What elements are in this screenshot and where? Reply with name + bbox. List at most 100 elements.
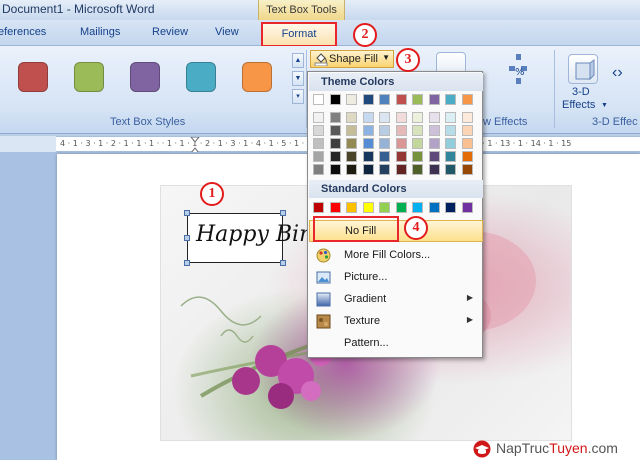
theme-shade-swatch[interactable] — [395, 112, 407, 123]
theme-color-swatch[interactable] — [412, 94, 423, 105]
theme-shade-swatch[interactable] — [461, 151, 473, 162]
theme-shade-swatch[interactable] — [329, 164, 341, 175]
theme-shade-swatch[interactable] — [362, 125, 374, 136]
gradient-item[interactable]: Gradient ▶ — [309, 289, 483, 310]
theme-color-swatch[interactable] — [445, 94, 456, 105]
theme-shade-swatch[interactable] — [379, 125, 390, 136]
texture-item[interactable]: Texture ▶ — [309, 311, 483, 332]
theme-shade-swatch[interactable] — [313, 164, 324, 175]
theme-shade-swatch[interactable] — [313, 138, 324, 149]
theme-shade-swatch[interactable] — [428, 112, 440, 123]
theme-shade-swatch[interactable] — [313, 125, 324, 136]
theme-shade-swatch[interactable] — [362, 112, 374, 123]
theme-shade-swatch[interactable] — [412, 138, 423, 149]
theme-shade-swatch[interactable] — [379, 112, 390, 123]
resize-handle[interactable] — [184, 210, 190, 216]
theme-shade-swatch[interactable] — [412, 151, 423, 162]
chevron-down-icon[interactable]: ▼ — [382, 53, 390, 62]
picture-item[interactable]: Picture... — [309, 267, 483, 288]
theme-shade-swatch[interactable] — [395, 164, 407, 175]
text-box-content[interactable]: Happy Bir — [196, 222, 310, 247]
resize-handle[interactable] — [280, 210, 286, 216]
theme-shade-swatch[interactable] — [428, 138, 440, 149]
resize-handle[interactable] — [280, 260, 286, 266]
theme-color-swatch[interactable] — [329, 94, 341, 105]
theme-shade-swatch[interactable] — [346, 164, 357, 175]
resize-handle[interactable] — [184, 235, 190, 241]
theme-shade-swatch[interactable] — [395, 151, 407, 162]
text-box-style-red[interactable] — [18, 62, 48, 92]
tab-format[interactable]: Format — [261, 22, 337, 47]
theme-shade-swatch[interactable] — [412, 164, 423, 175]
theme-shade-swatch[interactable] — [313, 151, 324, 162]
standard-color-swatch[interactable] — [329, 202, 341, 213]
theme-shade-swatch[interactable] — [428, 151, 440, 162]
theme-color-swatch[interactable] — [461, 94, 473, 105]
theme-color-swatch[interactable] — [379, 94, 390, 105]
theme-shade-swatch[interactable] — [346, 112, 357, 123]
3d-effects-label-line2[interactable]: Effects — [562, 99, 595, 111]
theme-shade-swatch[interactable] — [445, 164, 456, 175]
theme-shade-swatch[interactable] — [379, 164, 390, 175]
theme-shade-swatch[interactable] — [428, 125, 440, 136]
standard-color-swatch[interactable] — [362, 202, 374, 213]
text-box-style-green[interactable] — [74, 62, 104, 92]
theme-color-swatch[interactable] — [313, 94, 324, 105]
theme-shade-swatch[interactable] — [412, 112, 423, 123]
tab-mailings[interactable]: Mailings — [80, 26, 120, 38]
standard-color-swatch[interactable] — [346, 202, 357, 213]
standard-color-swatch[interactable] — [313, 202, 324, 213]
resize-handle[interactable] — [184, 260, 190, 266]
theme-shade-swatch[interactable] — [445, 125, 456, 136]
theme-shade-swatch[interactable] — [445, 151, 456, 162]
theme-shade-swatch[interactable] — [346, 125, 357, 136]
theme-shade-swatch[interactable] — [329, 151, 341, 162]
theme-shade-swatch[interactable] — [346, 151, 357, 162]
theme-color-swatch[interactable] — [395, 94, 407, 105]
shadow-nudge-icon[interactable]: % — [507, 52, 529, 92]
tab-view[interactable]: View — [215, 26, 239, 38]
text-box-style-orange[interactable] — [242, 62, 272, 92]
theme-color-swatch[interactable] — [346, 94, 357, 105]
standard-color-swatch[interactable] — [412, 202, 423, 213]
gallery-down-icon[interactable]: ▼ — [292, 71, 304, 86]
gallery-up-icon[interactable]: ▲ — [292, 53, 304, 68]
theme-shade-swatch[interactable] — [461, 164, 473, 175]
theme-shade-swatch[interactable] — [395, 138, 407, 149]
theme-shade-swatch[interactable] — [329, 125, 341, 136]
theme-shade-swatch[interactable] — [461, 125, 473, 136]
theme-shade-swatch[interactable] — [362, 138, 374, 149]
theme-shade-swatch[interactable] — [412, 125, 423, 136]
standard-color-swatch[interactable] — [379, 202, 390, 213]
text-box-style-purple[interactable] — [130, 62, 160, 92]
theme-shade-swatch[interactable] — [379, 151, 390, 162]
standard-color-swatch[interactable] — [428, 202, 440, 213]
theme-shade-swatch[interactable] — [461, 112, 473, 123]
theme-color-swatch[interactable] — [362, 94, 374, 105]
theme-color-swatch[interactable] — [428, 94, 440, 105]
theme-shade-swatch[interactable] — [428, 164, 440, 175]
text-box[interactable]: Happy Bir — [187, 213, 310, 263]
theme-shade-swatch[interactable] — [461, 138, 473, 149]
indent-marker-icon[interactable] — [190, 137, 200, 153]
theme-shade-swatch[interactable] — [313, 112, 324, 123]
shape-fill-button[interactable]: Shape Fill ▼ — [310, 50, 394, 68]
standard-color-swatch[interactable] — [461, 202, 473, 213]
more-fill-colors-item[interactable]: More Fill Colors... — [309, 245, 483, 266]
tab-references[interactable]: eferences — [0, 26, 46, 38]
theme-shade-swatch[interactable] — [362, 151, 374, 162]
gallery-more-icon[interactable]: ▾ — [292, 89, 304, 104]
theme-shade-swatch[interactable] — [395, 125, 407, 136]
theme-shade-swatch[interactable] — [362, 164, 374, 175]
theme-shade-swatch[interactable] — [445, 112, 456, 123]
theme-shade-swatch[interactable] — [346, 138, 357, 149]
3d-tilt-icon[interactable]: ‹› — [612, 64, 640, 88]
theme-shade-swatch[interactable] — [329, 112, 341, 123]
theme-shade-swatch[interactable] — [445, 138, 456, 149]
tab-review[interactable]: Review — [152, 26, 188, 38]
standard-color-swatch[interactable] — [395, 202, 407, 213]
standard-color-swatch[interactable] — [445, 202, 456, 213]
pattern-item[interactable]: Pattern... — [309, 333, 483, 354]
text-box-style-aqua[interactable] — [186, 62, 216, 92]
theme-shade-swatch[interactable] — [329, 138, 341, 149]
